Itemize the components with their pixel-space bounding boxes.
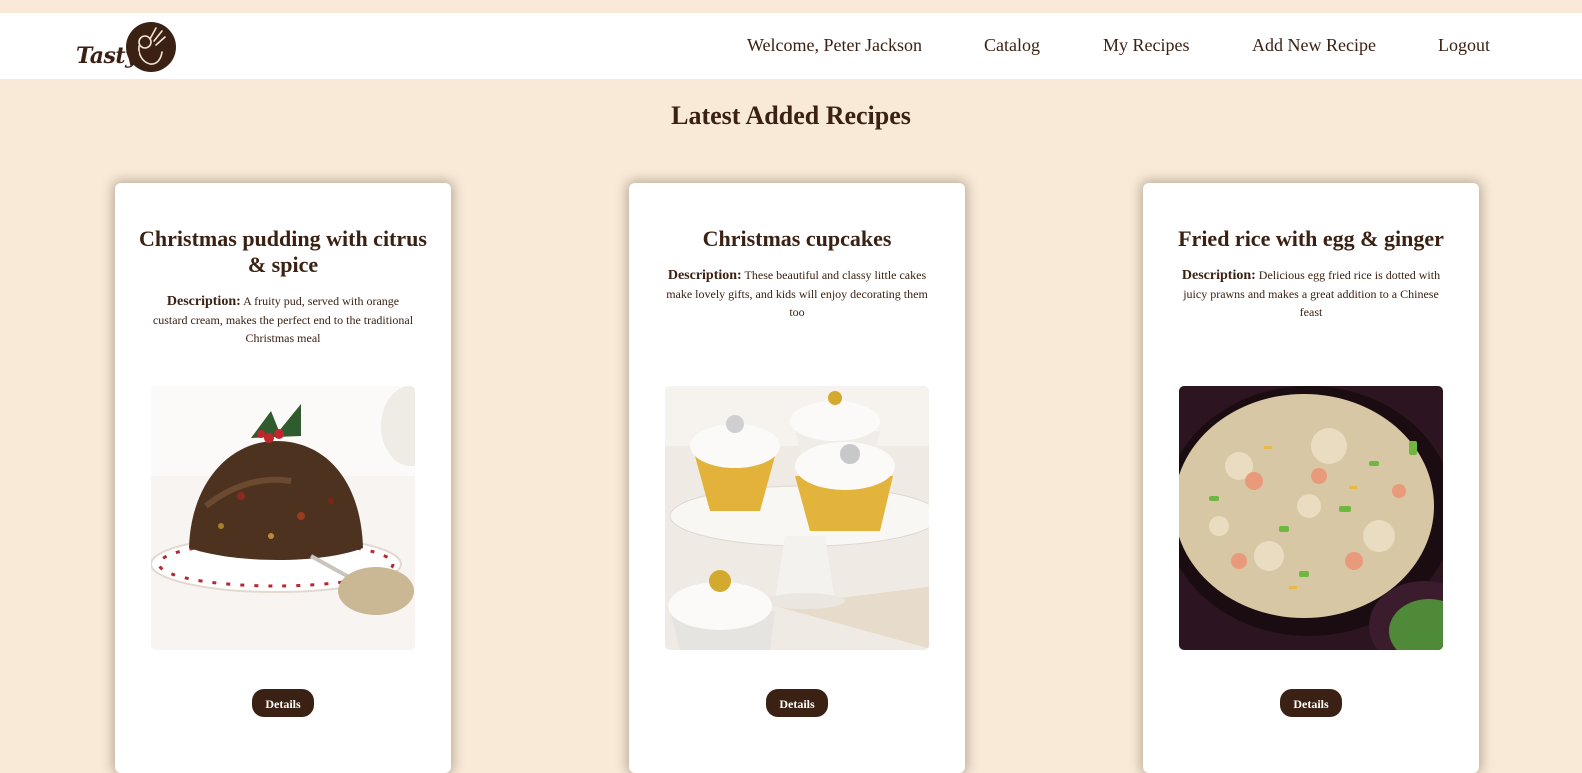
recipe-card: Christmas cupcakes Description: These be… <box>629 183 965 773</box>
description-label: Description: <box>1181 268 1256 283</box>
recipe-card: Fried rice with egg & ginger Description… <box>1143 183 1479 773</box>
nav-catalog[interactable]: Catalog <box>984 35 1040 56</box>
welcome-text: Welcome, Peter Jackson <box>747 35 922 55</box>
details-button[interactable]: Details <box>252 689 314 717</box>
recipe-card: Christmas pudding with citrus & spice De… <box>115 183 451 773</box>
top-strip <box>0 0 1582 13</box>
description-label: Description: <box>667 268 742 283</box>
logo-text: Tasty <box>76 43 138 69</box>
recipe-title: Christmas pudding with citrus & spice <box>139 226 427 277</box>
recipe-description: Description: These beautiful and classy … <box>665 266 929 321</box>
recipe-image <box>1179 386 1443 650</box>
nav-my-recipes[interactable]: My Recipes <box>1103 35 1189 56</box>
recipe-title: Christmas cupcakes <box>702 226 892 251</box>
recipe-description: Description: A fruity pud, served with o… <box>151 292 415 347</box>
details-button[interactable]: Details <box>1280 689 1342 717</box>
recipe-description: Description: Delicious egg fried rice is… <box>1179 266 1443 321</box>
description-label: Description: <box>166 294 241 309</box>
recipe-title: Fried rice with egg & ginger <box>1178 226 1444 251</box>
nav-logout[interactable]: Logout <box>1438 35 1490 56</box>
site-header: Tasty Welcome, Peter Jackson Catalog My … <box>0 13 1582 79</box>
recipe-image <box>665 386 929 650</box>
tasty-logo[interactable]: Tasty <box>76 21 180 77</box>
details-button[interactable]: Details <box>766 689 828 717</box>
recipe-image <box>151 386 415 650</box>
page-title: Latest Added Recipes <box>671 101 911 130</box>
nav-add-new-recipe[interactable]: Add New Recipe <box>1252 35 1376 56</box>
